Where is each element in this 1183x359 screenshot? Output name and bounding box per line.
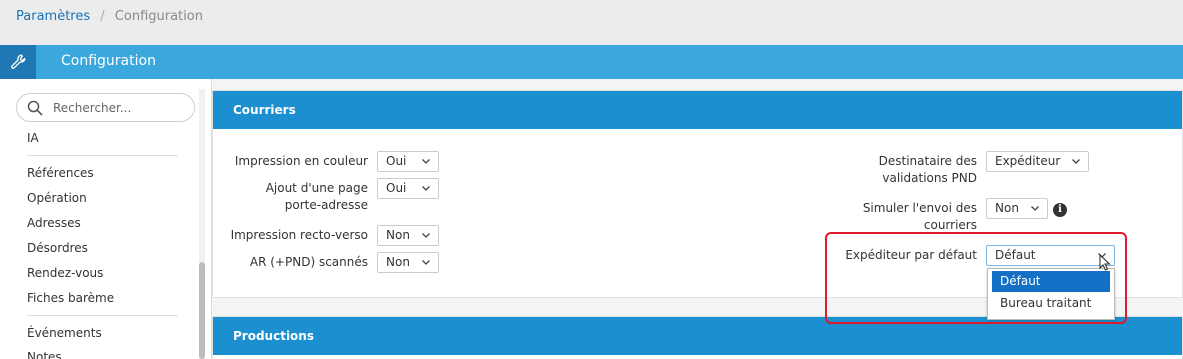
ajout-page-value: Oui [386,181,407,195]
breadcrumb-current: Configuration [114,9,203,24]
productions-panel: Productions [212,316,1183,359]
chevron-down-icon [422,260,430,265]
sidebar-item-rendez-vous[interactable]: Rendez-vous [27,266,103,280]
sidebar: IA Références Opération Adresses Désordr… [0,79,212,359]
ar-scannes-select[interactable]: Non [377,252,439,273]
sidebar-item-desordres[interactable]: Désordres [27,241,88,255]
simuler-select[interactable]: Non [986,198,1048,219]
expediteur-value: Défaut [995,248,1036,262]
chevron-down-icon [422,233,430,238]
destinataire-label: Destinataire des validations PND [878,154,977,185]
productions-panel-header: Productions [213,317,1182,355]
breadcrumb: Paramètres / Configuration [0,0,1183,45]
simuler-value: Non [995,201,1019,215]
mouse-cursor-icon [1099,254,1111,271]
wrench-icon [11,54,26,69]
courriers-panel-header: Courriers [213,91,1182,129]
destinataire-select[interactable]: Expéditeur [986,151,1089,172]
chevron-down-icon [1072,159,1080,164]
page-header: Configuration [0,45,1183,79]
sidebar-item-adresses[interactable]: Adresses [27,216,81,230]
chevron-down-icon [422,159,430,164]
sidebar-scrollbar-thumb[interactable] [199,262,205,359]
sidebar-item-notes[interactable]: Notes [27,350,62,359]
expediteur-label: Expéditeur par défaut [845,248,977,262]
ar-scannes-value: Non [386,255,410,269]
info-icon[interactable]: i [1053,203,1067,217]
ajout-page-select[interactable]: Oui [377,178,439,199]
recto-verso-value: Non [386,228,410,242]
recto-verso-label: Impression recto-verso [230,228,368,242]
search-icon [27,100,43,116]
expediteur-option-defaut[interactable]: Défaut [992,271,1110,292]
impression-couleur-label: Impression en couleur [234,154,368,168]
chevron-down-icon [422,186,430,191]
impression-couleur-select[interactable]: Oui [377,151,439,172]
search-input[interactable] [53,98,189,118]
ar-scannes-label: AR (+PND) scannés [249,255,368,269]
simuler-label: Simuler l'envoi des courriers [862,201,977,232]
expediteur-select[interactable]: Défaut [986,245,1115,266]
impression-couleur-value: Oui [386,154,407,168]
page-title: Configuration [61,53,156,69]
breadcrumb-parametres-link[interactable]: Paramètres [16,9,90,24]
sidebar-divider [27,155,178,156]
search-box [16,93,195,122]
sidebar-item-evenements[interactable]: Événements [27,326,102,340]
sidebar-item-ia[interactable]: IA [27,131,39,145]
destinataire-value: Expéditeur [995,154,1061,168]
sidebar-item-references[interactable]: Références [27,166,94,180]
expediteur-option-bureau-traitant[interactable]: Bureau traitant [992,293,1110,314]
sidebar-divider [27,315,178,316]
ajout-page-label: Ajout d'une page porte-adresse [265,181,368,212]
expediteur-dropdown-list: Défaut Bureau traitant [987,268,1115,320]
header-icon-box [0,45,36,79]
sidebar-item-fiches-bareme[interactable]: Fiches barème [27,291,114,305]
breadcrumb-separator: / [100,9,105,24]
sidebar-item-operation[interactable]: Opération [27,191,87,205]
chevron-down-icon [1031,206,1039,211]
recto-verso-select[interactable]: Non [377,225,439,246]
